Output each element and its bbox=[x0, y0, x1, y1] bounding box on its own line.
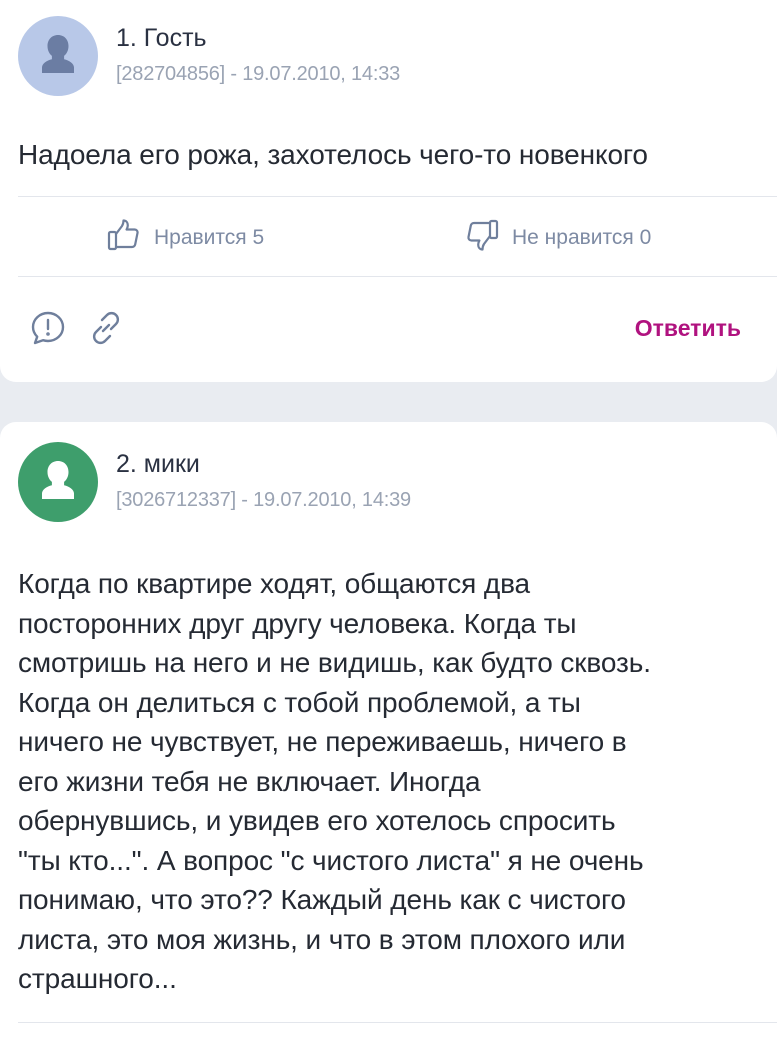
comment-author: 1. Гость bbox=[116, 24, 207, 52]
person-silhouette-icon bbox=[35, 31, 81, 82]
avatar bbox=[18, 16, 98, 96]
comment-card: 2. мики [3026712337] - 19.07.2010, 14:39… bbox=[0, 422, 777, 1042]
dislike-label: Не нравится 0 bbox=[512, 226, 652, 249]
dislike-button[interactable]: Не нравится 0 bbox=[464, 217, 651, 259]
thumbs-up-icon bbox=[106, 217, 142, 259]
comment-card: 1. Гость [282704856] - 19.07.2010, 14:33… bbox=[0, 0, 777, 382]
comment-header: 1. Гость [282704856] - 19.07.2010, 14:33 bbox=[18, 16, 759, 96]
link-icon bbox=[87, 309, 125, 352]
thumbs-down-icon bbox=[464, 217, 500, 259]
like-label: Нравится 5 bbox=[154, 226, 265, 249]
avatar bbox=[18, 442, 98, 522]
divider bbox=[18, 196, 777, 197]
comment-text: Надоела его рожа, захотелось чего-то нов… bbox=[18, 139, 648, 170]
exclamation-bubble-icon bbox=[29, 309, 67, 352]
comment-text: Когда по квартире ходят, общаются два по… bbox=[18, 568, 651, 994]
divider bbox=[18, 1022, 777, 1023]
divider bbox=[18, 276, 777, 277]
comment-header: 2. мики [3026712337] - 19.07.2010, 14:39 bbox=[18, 442, 759, 522]
report-button[interactable] bbox=[28, 310, 68, 350]
comment-meta: [282704856] - 19.07.2010, 14:33 bbox=[116, 63, 401, 85]
comment-meta: [3026712337] - 19.07.2010, 14:39 bbox=[116, 489, 411, 511]
reply-button[interactable]: Ответить bbox=[635, 315, 741, 342]
comment-author: 2. мики bbox=[116, 450, 200, 478]
copy-link-button[interactable] bbox=[86, 310, 126, 350]
like-button[interactable]: Нравится 5 bbox=[106, 217, 264, 259]
person-silhouette-icon bbox=[35, 457, 81, 508]
